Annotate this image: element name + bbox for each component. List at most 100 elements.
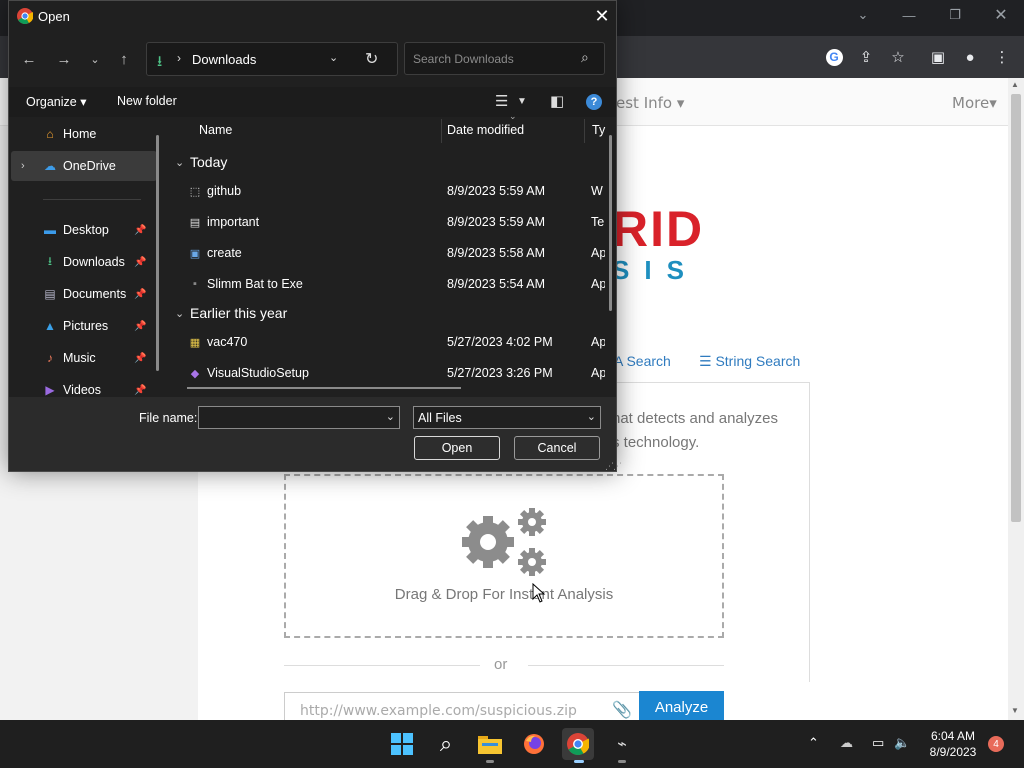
- show-hidden-icons-chevron-icon[interactable]: ⌃: [808, 735, 819, 751]
- open-file-dialog: Open ✕ ← → ⌄ ↑ ⭳ › Downloads ⌄ ↻ Search …: [8, 0, 622, 472]
- organize-button[interactable]: Organize ▾: [26, 94, 86, 109]
- column-header-type[interactable]: Ty: [592, 123, 605, 137]
- column-separator[interactable]: [441, 119, 442, 143]
- preview-pane-icon[interactable]: ◧: [550, 92, 564, 110]
- view-options-icon[interactable]: ☰: [495, 92, 508, 110]
- gears-icon: [462, 508, 546, 576]
- back-arrow-icon[interactable]: ←: [17, 48, 41, 70]
- system-clock[interactable]: 6:04 AM 8/9/2023: [920, 728, 986, 760]
- share-icon[interactable]: ⇪: [854, 45, 878, 69]
- chrome-taskbar-icon[interactable]: [562, 728, 594, 760]
- nav-desktop[interactable]: ▬ Desktop 📌: [9, 215, 155, 245]
- nav-onedrive[interactable]: › ☁ OneDrive: [11, 151, 157, 181]
- cancel-button[interactable]: Cancel: [514, 436, 600, 460]
- file-row[interactable]: ◆ VisualStudioSetup 5/27/2023 3:26 PM Ap: [174, 357, 606, 388]
- pin-icon: 📌: [134, 256, 147, 268]
- network-icon[interactable]: ▭: [872, 735, 884, 751]
- application-icon: ▪: [193, 278, 197, 290]
- onedrive-offline-icon[interactable]: ☁: [840, 735, 853, 751]
- file-row[interactable]: ▦ vac470 5/27/2023 4:02 PM Ap: [174, 326, 606, 357]
- file-row[interactable]: ▤ important 8/9/2023 5:59 AM Te: [174, 206, 606, 237]
- address-location[interactable]: Downloads: [192, 52, 256, 67]
- open-button[interactable]: Open: [414, 436, 500, 460]
- nav-documents[interactable]: ▤ Documents 📌: [9, 279, 155, 309]
- start-button[interactable]: [386, 728, 418, 760]
- resize-grip-icon[interactable]: ⋰⋰: [605, 461, 622, 472]
- file-name-dropdown-icon[interactable]: ⌄: [386, 410, 395, 423]
- url-input[interactable]: http://www.example.com/suspicious.zip: [284, 692, 640, 720]
- or-label: or: [494, 656, 508, 673]
- tab-a-search[interactable]: A Search: [614, 353, 671, 369]
- collapse-chevron-icon[interactable]: ⌄: [175, 307, 184, 320]
- address-bar[interactable]: ⭳ › Downloads ⌄ ↻: [146, 42, 398, 76]
- file-type-filter-select[interactable]: All Files ⌄: [413, 406, 601, 429]
- profile-icon[interactable]: ●: [958, 45, 982, 69]
- running-indicator: [618, 760, 626, 763]
- recent-locations-chevron-icon[interactable]: ⌄: [83, 48, 107, 70]
- column-separator[interactable]: [584, 119, 585, 143]
- tab-string-search[interactable]: ☰ String Search: [699, 353, 800, 370]
- nav-latest-info[interactable]: est Info ▾: [616, 94, 684, 112]
- paperclip-icon[interactable]: 📎: [612, 700, 632, 720]
- mouse-cursor-icon: [532, 583, 546, 603]
- dialog-close-button[interactable]: ✕: [589, 3, 615, 29]
- forward-arrow-icon[interactable]: →: [52, 48, 76, 70]
- google-lens-icon[interactable]: G: [822, 45, 846, 69]
- terminal-app-icon[interactable]: ⌁: [606, 728, 638, 760]
- file-list-vertical-scrollbar[interactable]: [609, 135, 612, 311]
- firefox-icon[interactable]: [518, 728, 550, 760]
- file-row[interactable]: ⬚ github 8/9/2023 5:59 AM W: [174, 175, 606, 206]
- file-name-input[interactable]: ⌄: [198, 406, 400, 429]
- file-row[interactable]: ▪ Slimm Bat to Exe 8/9/2023 5:54 AM Ap: [174, 268, 606, 299]
- tab-search-chevron-icon[interactable]: ⌄: [840, 0, 886, 30]
- search-box[interactable]: Search Downloads ⌕: [404, 42, 605, 75]
- filter-dropdown-icon[interactable]: ⌄: [587, 410, 596, 423]
- volume-icon[interactable]: 🔈: [894, 735, 910, 751]
- or-divider-right: [528, 665, 724, 666]
- nav-pictures[interactable]: ▲ Pictures 📌: [9, 311, 155, 341]
- analyze-button[interactable]: Analyze: [639, 691, 724, 720]
- nav-divider: [43, 199, 141, 200]
- windows-logo-icon: [391, 733, 413, 755]
- group-header-earlier-this-year[interactable]: Earlier this year: [190, 305, 287, 321]
- documents-icon: ▤: [44, 287, 56, 301]
- nav-downloads[interactable]: ⭳ Downloads 📌: [9, 247, 155, 277]
- description-line-1: hat detects and analyzes: [612, 410, 778, 427]
- music-icon: ♪: [47, 351, 53, 365]
- nav-pane-scrollbar[interactable]: [156, 135, 159, 371]
- minimize-window-button[interactable]: —: [886, 0, 932, 30]
- scroll-up-arrow-icon[interactable]: ▲: [1011, 80, 1019, 89]
- close-window-button[interactable]: ✕: [978, 0, 1024, 30]
- nav-more[interactable]: More▾: [952, 94, 997, 112]
- scroll-down-arrow-icon[interactable]: ▼: [1011, 706, 1019, 715]
- file-list-horizontal-scrollbar[interactable]: [187, 387, 461, 389]
- bookmark-star-icon[interactable]: ☆: [886, 45, 910, 69]
- drag-drop-zone[interactable]: Drag & Drop For Instant Analysis: [284, 474, 724, 638]
- side-panel-icon[interactable]: ▣: [926, 45, 950, 69]
- shortcut-file-icon: ⬚: [189, 185, 201, 198]
- file-explorer-icon[interactable]: [474, 728, 506, 760]
- running-indicator: [486, 760, 494, 763]
- file-row[interactable]: ▣ create 8/9/2023 5:58 AM Ap: [174, 237, 606, 268]
- dialog-title: Open: [38, 9, 70, 24]
- browser-menu-icon[interactable]: ⋮: [990, 45, 1014, 69]
- column-header-name[interactable]: Name: [199, 123, 232, 137]
- restore-window-button[interactable]: ❐: [932, 0, 978, 30]
- address-dropdown-icon[interactable]: ⌄: [329, 51, 338, 64]
- nav-home[interactable]: ⌂ Home: [9, 119, 155, 149]
- nav-music[interactable]: ♪ Music 📌: [9, 343, 155, 373]
- desktop-icon: ▬: [44, 223, 56, 237]
- expand-chevron-icon[interactable]: ›: [21, 160, 25, 172]
- taskbar-search-icon[interactable]: ⌕: [430, 728, 462, 760]
- search-icon[interactable]: ⌕: [581, 49, 589, 66]
- refresh-icon[interactable]: ↻: [365, 49, 378, 69]
- collapse-chevron-icon[interactable]: ⌄: [175, 156, 184, 169]
- view-dropdown-icon[interactable]: ▼: [517, 96, 527, 107]
- notification-badge[interactable]: 4: [988, 736, 1004, 752]
- new-folder-button[interactable]: New folder: [117, 94, 177, 108]
- help-icon[interactable]: ?: [586, 94, 602, 110]
- up-arrow-icon[interactable]: ↑: [112, 48, 136, 70]
- group-header-today[interactable]: Today: [190, 154, 227, 170]
- column-header-date[interactable]: Date modified: [447, 123, 524, 137]
- page-scrollbar-thumb[interactable]: [1011, 94, 1021, 522]
